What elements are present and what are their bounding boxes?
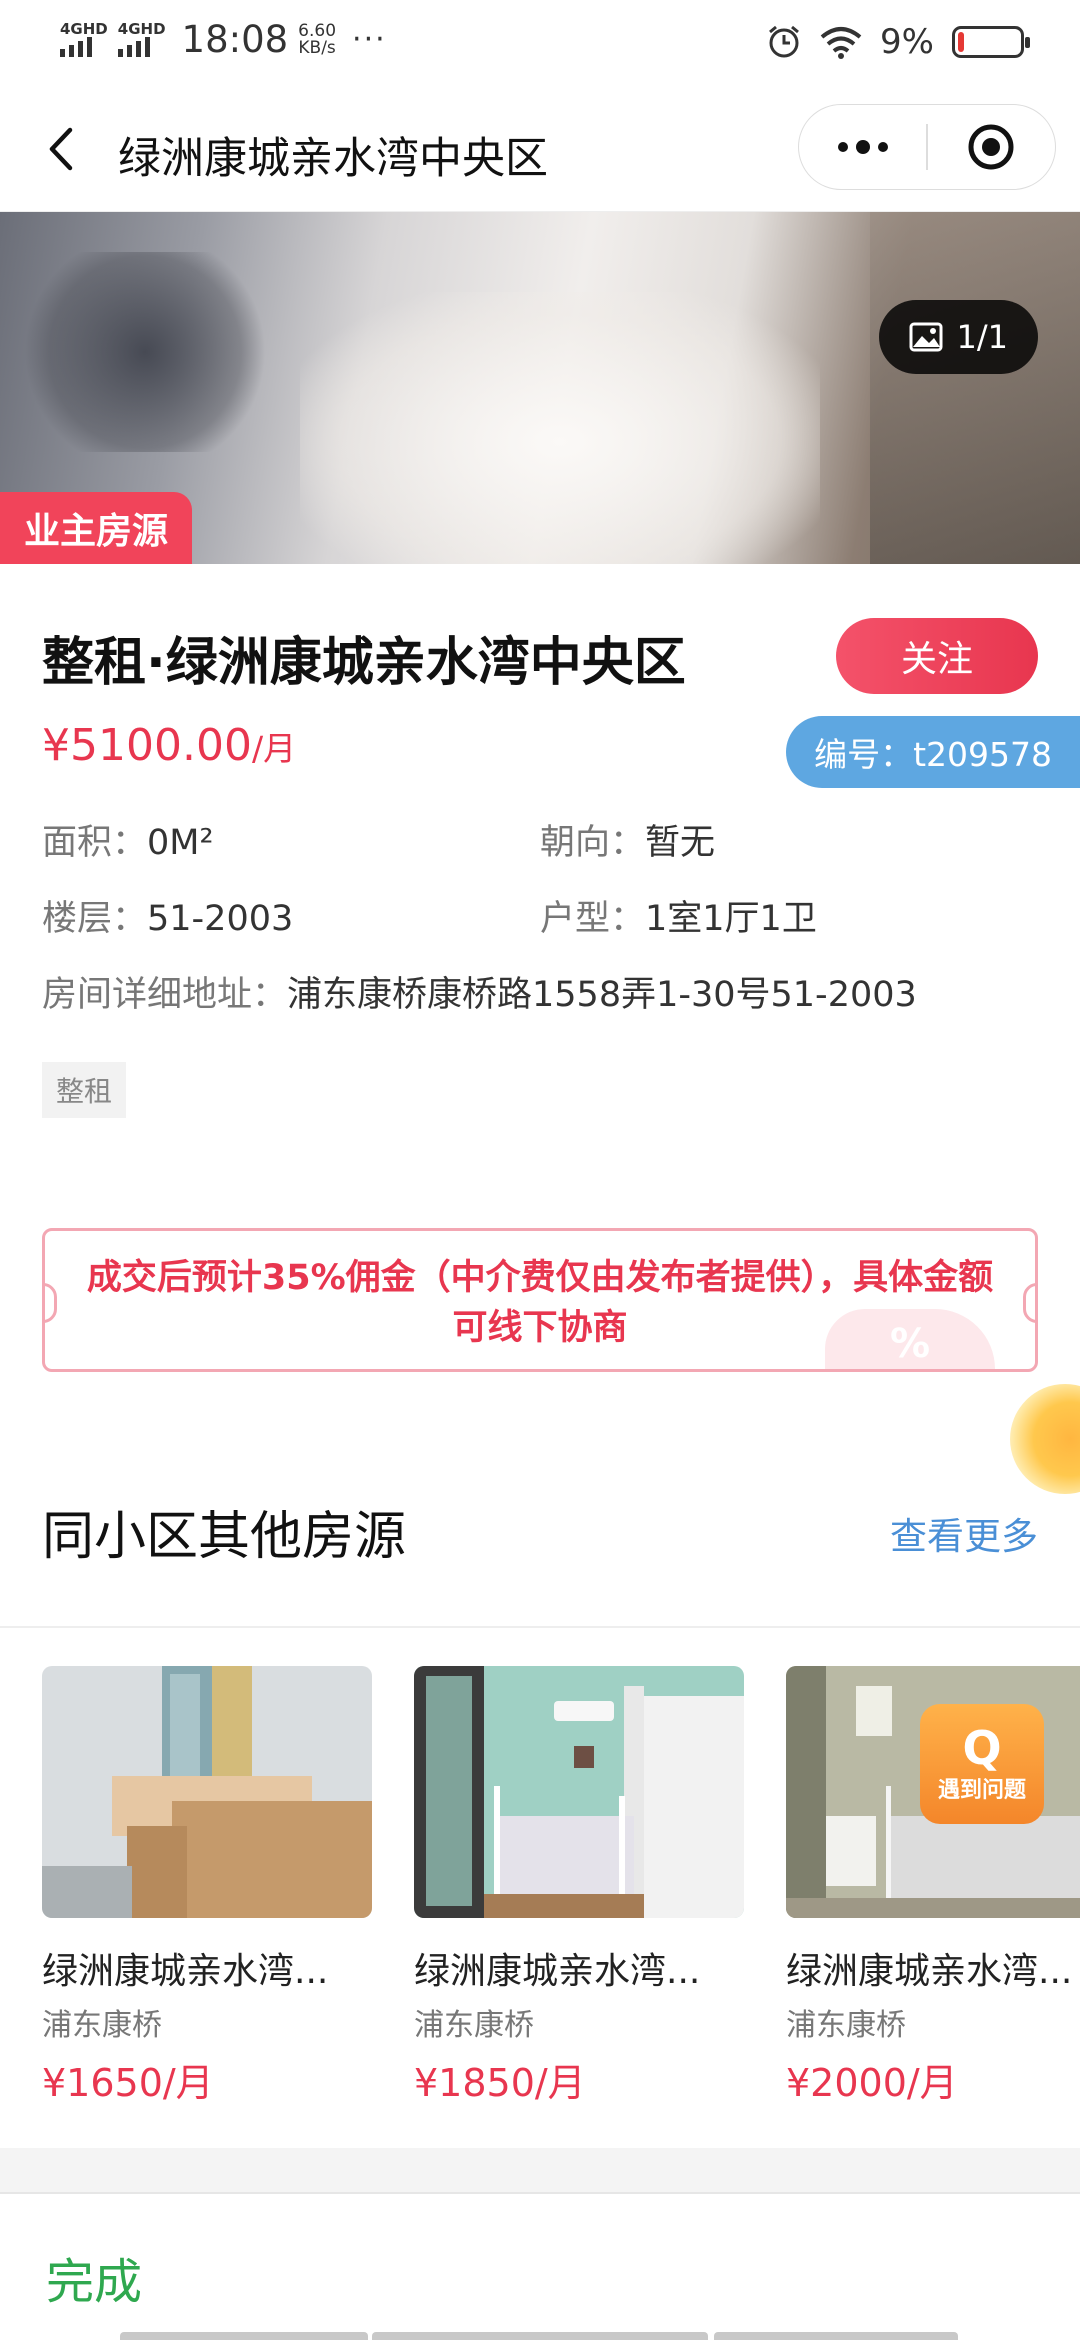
see-more-link[interactable]: 查看更多: [890, 1506, 1038, 1560]
area-label: 面积：: [42, 823, 148, 863]
done-button[interactable]: 完成: [46, 2242, 142, 2312]
floor-label: 楼层：: [42, 899, 148, 939]
target-icon: [968, 124, 1014, 170]
listing-card[interactable]: 绿洲康城亲水湾... 浦东康桥 ¥1850/月: [414, 1666, 744, 2107]
info-floor: 楼层：51-2003: [42, 890, 293, 941]
card-area: 浦东康桥: [42, 2008, 162, 2043]
keyboard-strip: [372, 2332, 708, 2340]
card-price: ¥2000/月: [786, 2061, 958, 2105]
status-left: 4GHD 4GHD 18:08 6.60 KB/s ···: [60, 18, 387, 61]
card-name: 绿洲康城亲水湾...: [414, 1951, 701, 1992]
price-value: ¥5100.00: [42, 720, 252, 771]
card-price: ¥1650/月: [42, 2061, 214, 2105]
battery-percent: 9%: [880, 22, 934, 62]
wifi-icon: [820, 27, 862, 59]
rent-type-tag: 整租: [42, 1062, 127, 1118]
section-gap: [0, 2148, 1080, 2192]
orientation-value: 暂无: [645, 823, 716, 863]
help-label: 遇到问题: [937, 1778, 1026, 1803]
clock: 18:08: [181, 18, 289, 61]
card-name: 绿洲康城亲水湾...: [42, 1951, 329, 1992]
listing-card-photo: [42, 1666, 372, 1918]
mini-program-capsule: [798, 104, 1056, 190]
owner-listing-badge: 业主房源: [0, 492, 193, 564]
bottom-bar: 完成: [0, 2192, 1080, 2340]
price-unit: /月: [251, 729, 297, 768]
floor-value: 51-2003: [147, 899, 294, 939]
signal-label-1: 4GHD: [60, 20, 108, 38]
network-speed: 6.60 KB/s: [298, 20, 337, 58]
commission-text: 成交后预计35%佣金（中介费仅由发布者提供），具体金额可线下协商: [86, 1258, 994, 1348]
more-dots-icon: [837, 140, 888, 154]
help-icon: Q: [962, 1721, 1002, 1775]
section-divider: [0, 1626, 1080, 1628]
floating-coin-icon[interactable]: [1010, 1384, 1080, 1494]
info-address: 房间详细地址：浦东康桥康桥路1558弄1-30号51-2003: [42, 966, 917, 1017]
speed-value: 6.60: [298, 20, 337, 41]
nav-bar: 绿洲康城亲水湾中央区: [0, 88, 1080, 212]
info-orientation: 朝向：暂无: [540, 814, 715, 865]
ticket-notch-right: [1023, 1283, 1035, 1323]
listing-card[interactable]: 绿洲康城亲水湾... 浦东康桥 ¥1650/月: [42, 1666, 372, 2107]
image-counter[interactable]: 1/1: [878, 300, 1038, 374]
layout-label: 户型：: [540, 899, 646, 939]
signal-label-2: 4GHD: [117, 20, 166, 38]
info-area: 面积：0M²: [42, 814, 214, 865]
ticket-notch-left: [45, 1283, 57, 1323]
section-title: 同小区其他房源: [42, 1507, 407, 1567]
card-name: 绿洲康城亲水湾...: [786, 1951, 1073, 1992]
battery-fill: [958, 32, 964, 52]
speed-unit: KB/s: [298, 37, 336, 58]
image-icon: [909, 322, 942, 352]
commission-notice: % 成交后预计35%佣金（中介费仅由发布者提供），具体金额可线下协商: [42, 1228, 1038, 1372]
keyboard-strip: [120, 2332, 368, 2340]
card-price: ¥1850/月: [414, 2061, 586, 2105]
address-value: 浦东康桥康桥路1558弄1-30号51-2003: [287, 975, 917, 1015]
page-title: 绿洲康城亲水湾中央区: [118, 134, 548, 184]
more-button[interactable]: [799, 105, 926, 189]
close-button[interactable]: [928, 105, 1055, 189]
info-layout: 户型：1室1厅1卫: [540, 890, 817, 941]
listing-card-photo: [414, 1666, 744, 1918]
follow-button[interactable]: 关注: [836, 618, 1038, 694]
status-right: 9%: [766, 22, 1030, 62]
signal-icon-2: 4GHD: [117, 20, 166, 57]
status-more-icon: ···: [352, 22, 387, 57]
image-counter-text: 1/1: [956, 318, 1009, 356]
battery-icon: [952, 26, 1030, 58]
listing-price: ¥5100.00/月: [42, 720, 296, 771]
status-bar: 4GHD 4GHD 18:08 6.60 KB/s ··· 9%: [0, 0, 1080, 88]
orientation-label: 朝向：: [540, 823, 646, 863]
chevron-left-icon: [49, 127, 73, 171]
listing-photo[interactable]: 业主房源 1/1: [0, 212, 1080, 564]
keyboard-strip: [714, 2332, 958, 2340]
card-area: 浦东康桥: [414, 2008, 534, 2043]
listing-title: 整租·绿洲康城亲水湾中央区: [42, 633, 686, 693]
address-label: 房间详细地址：: [42, 975, 288, 1015]
listing-code-badge[interactable]: 编号：t209578: [786, 716, 1080, 788]
alarm-icon: [769, 25, 800, 58]
signal-icon: 4GHD: [60, 22, 108, 57]
help-button[interactable]: Q 遇到问题: [920, 1704, 1044, 1824]
layout-value: 1室1厅1卫: [645, 899, 817, 939]
card-area: 浦东康桥: [786, 2008, 906, 2043]
area-value: 0M²: [147, 823, 214, 863]
back-button[interactable]: [36, 124, 86, 174]
